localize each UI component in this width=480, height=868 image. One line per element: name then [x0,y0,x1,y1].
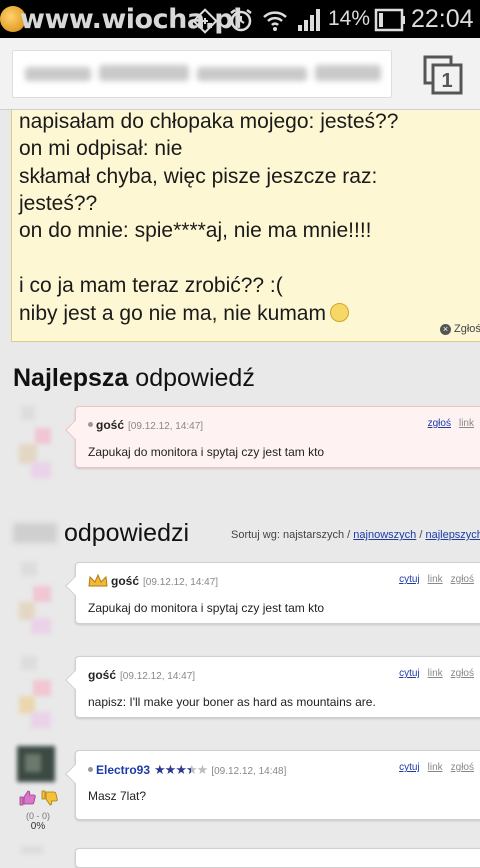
battery-percent: 14% [328,7,371,30]
post-line: on mi odpisał: nie [19,137,183,160]
wifi-icon [263,11,287,31]
close-icon: × [440,324,451,335]
comment-text: Zapukaj do monitora i spytaj czy jest ta… [88,445,325,459]
comment-actions: cytuj link zgłoś [391,668,474,679]
comment: Electro93★★★★★★[09.12.12, 14:48] cytujli… [65,750,480,820]
comment-author[interactable]: gość [09.12.12, 14:47] [88,418,203,432]
url-field[interactable] [12,50,392,98]
report-link[interactable]: zgłoś [428,418,451,429]
avatar[interactable] [17,656,55,732]
other-answers-title: odpowiedzi [13,519,189,548]
comment-author[interactable]: gość [09.12.12, 14:47] [88,574,218,588]
blurred-word [13,523,57,543]
avatar[interactable] [17,562,55,638]
battery-icon [374,8,405,32]
post-line: jesteś?? [19,192,98,215]
report-link[interactable]: zgłoś [451,762,474,773]
blush-emoji-icon [329,303,349,322]
permalink[interactable]: link [428,668,443,679]
comment-actions: zgłoś link [420,418,474,429]
avatar[interactable] [17,746,55,782]
alarm-icon [230,9,252,32]
report-link[interactable]: × Zgłoś [440,323,480,335]
thumbs-down-icon[interactable] [40,790,58,806]
comment: gość [09.12.12, 14:47] cytuj link zgłoś Zap… [65,562,480,624]
vote-box: (0 - 0) 0% [16,790,60,832]
question-post: napisałam do chłopaka mojego: jesteś?? o… [11,110,480,342]
post-line: napisałam do chłopaka mojego: jesteś?? [19,110,399,133]
quote-link[interactable]: cytuj [399,668,420,679]
crown-icon [88,574,108,587]
comment: gość [09.12.12, 14:47] cytuj link zgłoś nap… [65,656,480,718]
comment-actions: cytuj link zgłoś [391,574,474,585]
post-line: i co ja mam teraz zrobić?? :( [19,274,283,297]
signal-icon [298,9,320,31]
permalink[interactable]: link [459,418,474,429]
comment-text: Zapukaj do monitora i spytaj czy jest ta… [88,601,325,615]
permalink[interactable]: link [428,574,443,585]
tab-count: 1 [441,70,452,92]
tabs-icon[interactable]: 1 [422,54,464,96]
sort-oldest[interactable]: najstarszych [283,529,344,541]
comment-author[interactable]: gość [09.12.12, 14:47] [88,668,195,682]
comment-text: Masz 7lat? [88,789,147,803]
quote-link[interactable]: cytuj [399,762,420,773]
clock: 22:04 [411,5,474,33]
thumbs-up-icon[interactable] [18,790,36,806]
comment-partial [75,848,480,868]
sort-options: Sortuj wg: najstarszych / najnowszych / … [231,529,480,541]
sort-newest[interactable]: najnowszych [353,529,416,541]
post-line-text: niby jest a go nie ma, nie kumam [19,302,326,325]
permalink[interactable]: link [428,762,443,773]
vote-percent: 0% [30,821,46,832]
browser-toolbar: 1 [0,38,480,110]
sort-best[interactable]: najlepszych [425,529,480,541]
vote-count: (0 - 0) [25,811,50,821]
post-line-last: niby jest a go nie ma, nie kumam [19,302,349,326]
comment-best: gość [09.12.12, 14:47] zgłoś link Zapukaj … [65,406,480,468]
post-line: on do mnie: spie****aj, nie ma mnie!!!! [19,219,372,242]
report-link[interactable]: zgłoś [451,668,474,679]
sync-icon [192,8,218,34]
comment-text: napisz: I'll make your boner as hard as … [88,695,376,709]
status-bar: www.wiocha.pl 14% 22:04 [0,0,480,38]
comment-author[interactable]: Electro93★★★★★★[09.12.12, 14:48] [88,762,286,778]
comment-actions: cytuj link zgłoś [391,762,474,773]
post-line: skłamał chyba, więc pisze jeszcze raz: [19,165,378,188]
avatar [17,846,55,854]
report-link[interactable]: zgłoś [451,574,474,585]
user-rating-stars: ★★★★★★ [154,762,208,777]
quote-link[interactable]: cytuj [399,574,420,585]
avatar[interactable] [17,406,55,482]
best-answer-title: Najlepsza odpowiedź [13,364,255,392]
